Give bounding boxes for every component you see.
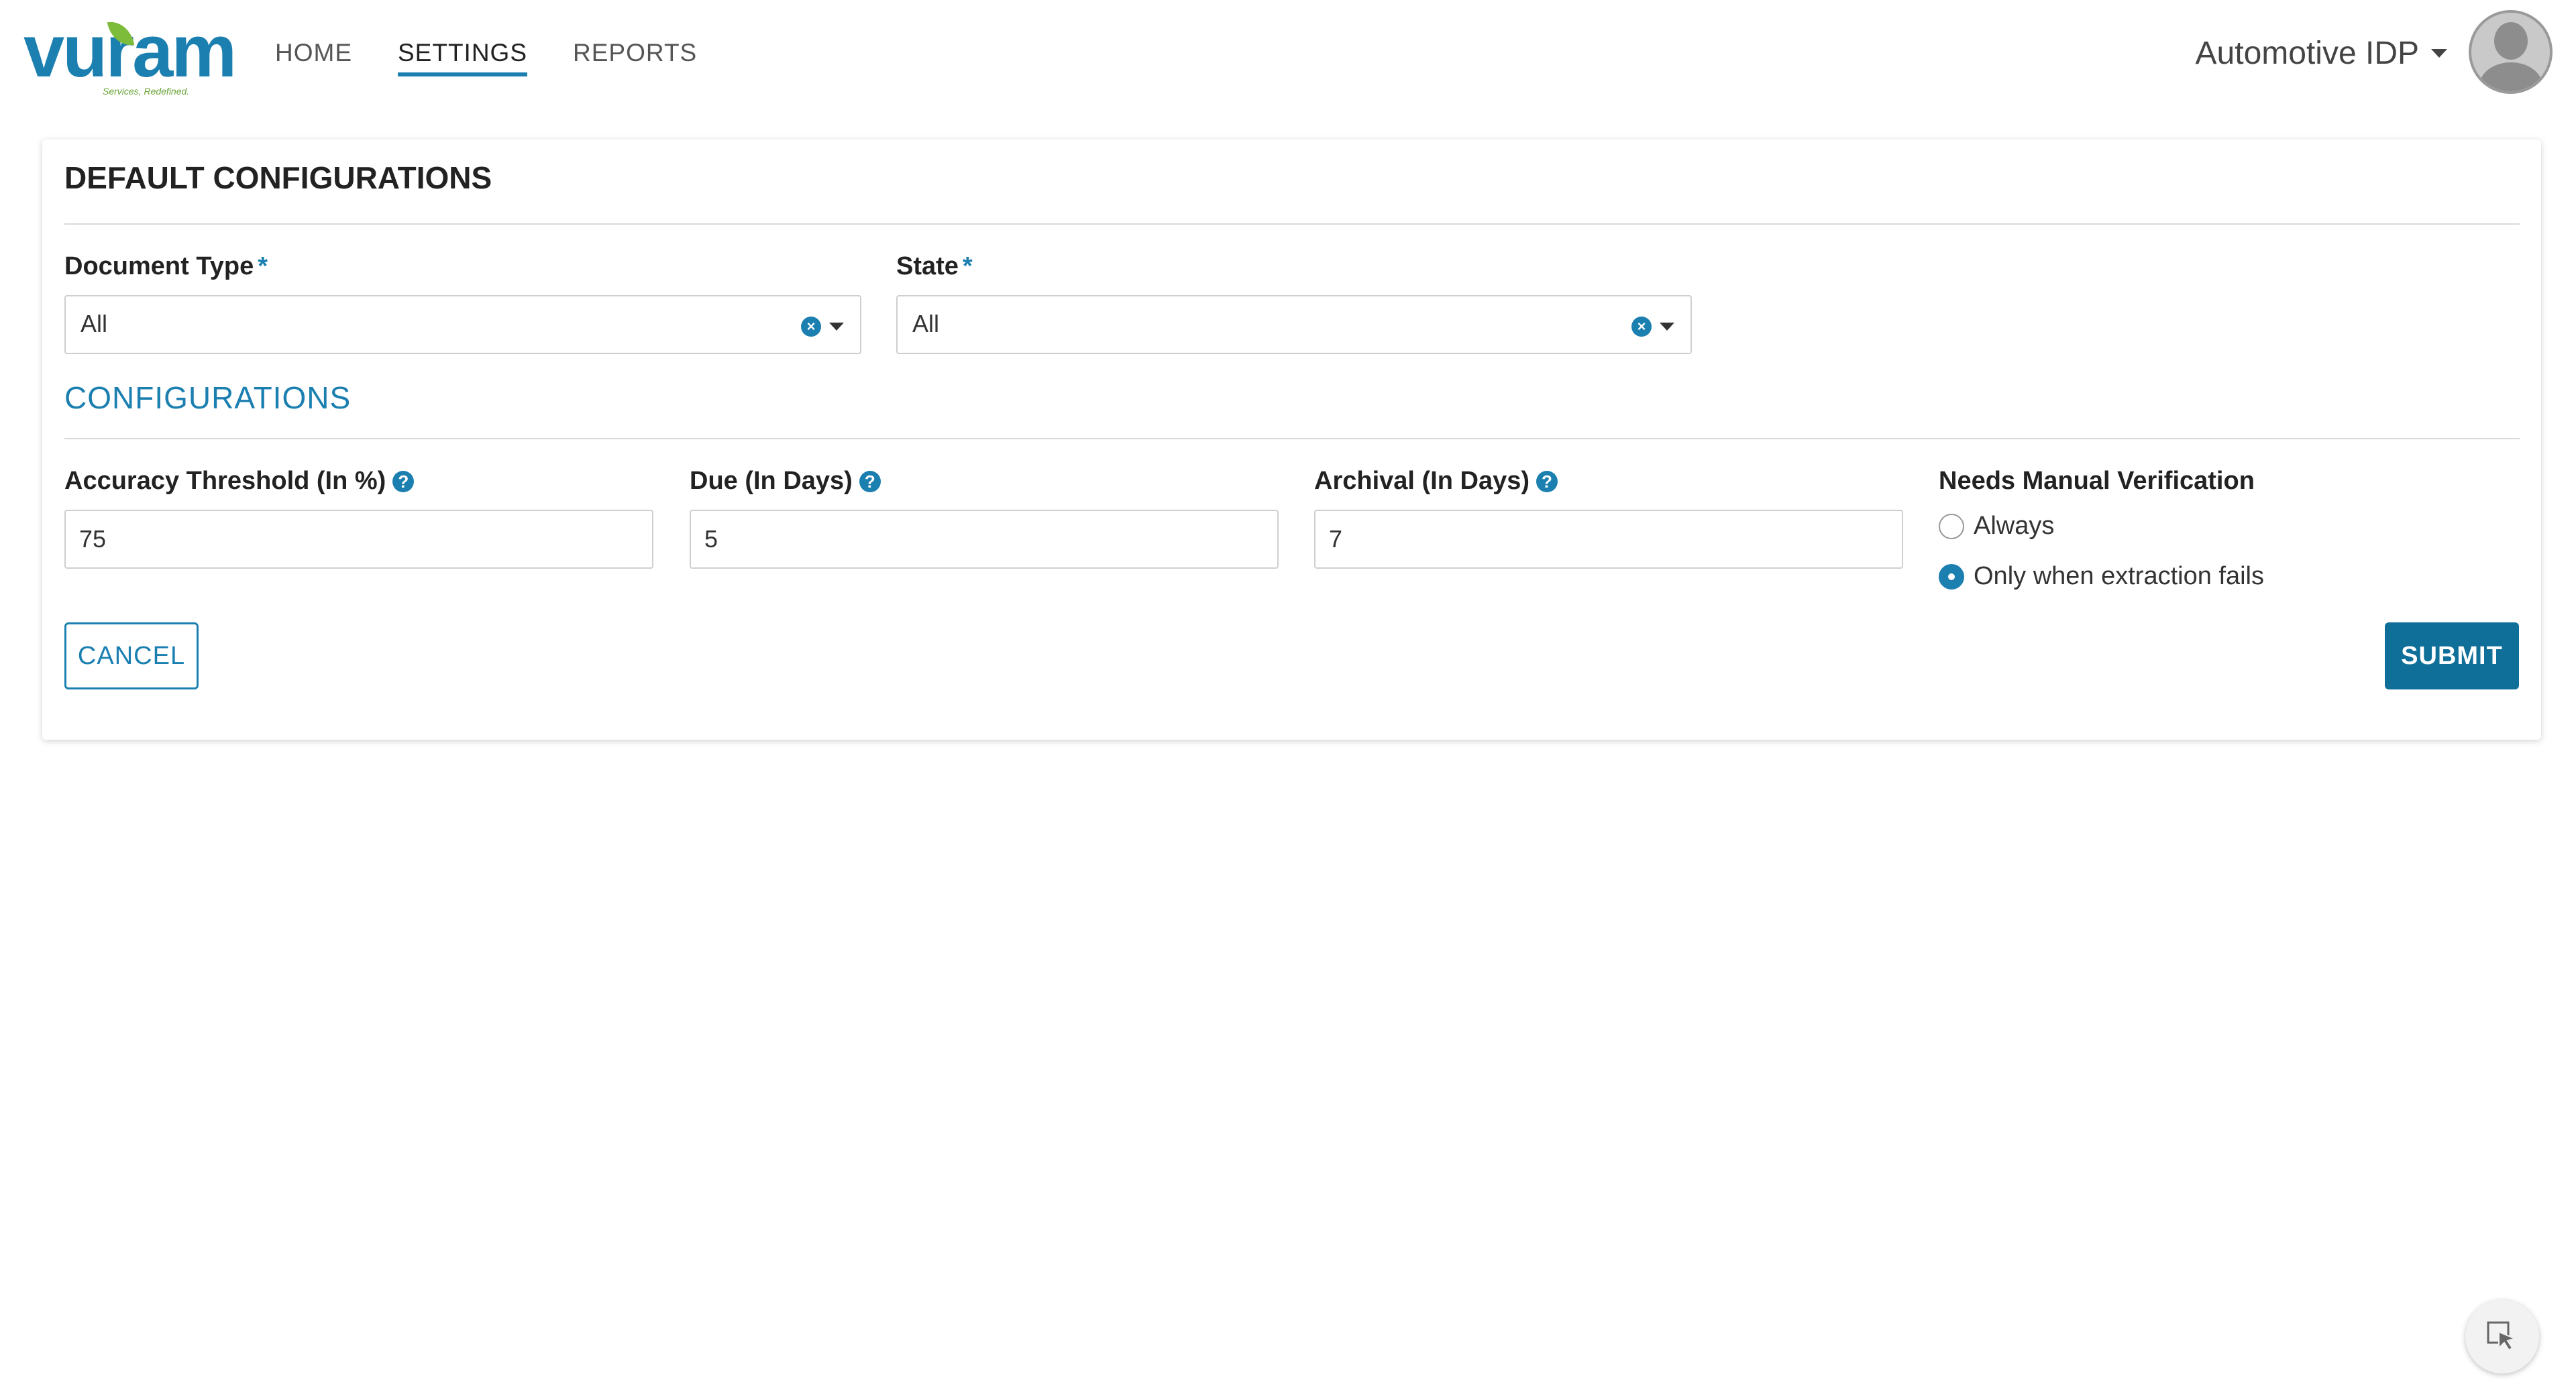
state-label: State *: [896, 252, 973, 281]
settings-card: DEFAULT CONFIGURATIONS Document Type * A…: [42, 139, 2541, 740]
accuracy-threshold-label-text: Accuracy Threshold (In %): [64, 467, 386, 495]
user-avatar-icon[interactable]: [2469, 10, 2553, 94]
state-label-text: State: [896, 252, 959, 280]
vuram-logo[interactable]: vuram Services, Redefined.: [23, 15, 237, 97]
radio-always[interactable]: Always: [1939, 512, 2054, 541]
avatar-body: [2479, 62, 2542, 91]
state-value: All: [912, 310, 940, 337]
divider: [64, 223, 2520, 225]
manual-verification-label-text: Needs Manual Verification: [1939, 467, 2255, 495]
archival-days-label: Archival (In Days) ?: [1314, 467, 1558, 496]
avatar-head: [2494, 22, 2528, 60]
clear-icon[interactable]: ×: [801, 317, 821, 337]
help-icon[interactable]: ?: [392, 470, 415, 492]
chevron-down-icon[interactable]: [829, 323, 844, 331]
floating-action-button[interactable]: [2465, 1300, 2539, 1374]
radio-button[interactable]: [1939, 513, 1964, 539]
archival-days-label-text: Archival (In Days): [1314, 467, 1529, 495]
radio-only-when-extraction-fails[interactable]: Only when extraction fails: [1939, 562, 2264, 591]
default-configurations-title: DEFAULT CONFIGURATIONS: [64, 160, 492, 195]
nav-settings[interactable]: SETTINGS: [398, 0, 528, 94]
document-type-select[interactable]: All ×: [64, 295, 861, 354]
document-type-value: All: [80, 310, 108, 337]
help-icon[interactable]: ?: [1536, 470, 1558, 492]
due-days-input[interactable]: [690, 510, 1279, 569]
radio-button-checked[interactable]: [1939, 563, 1964, 590]
submit-button[interactable]: SUBMIT: [2385, 622, 2519, 689]
document-type-label: Document Type *: [64, 252, 268, 281]
nav-reports[interactable]: REPORTS: [573, 0, 697, 94]
due-days-label-text: Due (In Days): [690, 467, 853, 495]
radio-label: Only when extraction fails: [1974, 562, 2264, 590]
chevron-down-icon[interactable]: [1660, 323, 1674, 331]
logo-wordmark: vuram: [23, 10, 237, 93]
due-days-label: Due (In Days) ?: [690, 467, 881, 496]
logo-tagline: Services, Redefined.: [103, 86, 190, 97]
manual-verification-label: Needs Manual Verification: [1939, 467, 2255, 496]
radio-label: Always: [1974, 512, 2055, 540]
archival-days-input[interactable]: [1314, 510, 1903, 569]
accuracy-threshold-label: Accuracy Threshold (In %) ?: [64, 467, 415, 496]
tenant-dropdown[interactable]: Automotive IDP: [2196, 35, 2447, 72]
clear-icon[interactable]: ×: [1631, 317, 1652, 337]
state-select[interactable]: All ×: [896, 295, 1692, 354]
required-mark: *: [962, 252, 973, 280]
help-icon[interactable]: ?: [859, 470, 881, 492]
cancel-button[interactable]: CANCEL: [64, 622, 199, 689]
cursor-select-icon: [2487, 1321, 2518, 1351]
accuracy-threshold-input[interactable]: [64, 510, 653, 569]
caret-down-icon: [2431, 49, 2447, 58]
nav-home[interactable]: HOME: [275, 0, 352, 94]
required-mark: *: [258, 252, 268, 280]
document-type-label-text: Document Type: [64, 252, 254, 280]
tenant-label: Automotive IDP: [2195, 36, 2419, 71]
divider: [64, 438, 2520, 439]
top-header: vuram Services, Redefined. HOME SETTINGS…: [0, 0, 2576, 121]
main-nav: HOME SETTINGS REPORTS: [275, 0, 743, 94]
configurations-title: CONFIGURATIONS: [64, 380, 352, 415]
